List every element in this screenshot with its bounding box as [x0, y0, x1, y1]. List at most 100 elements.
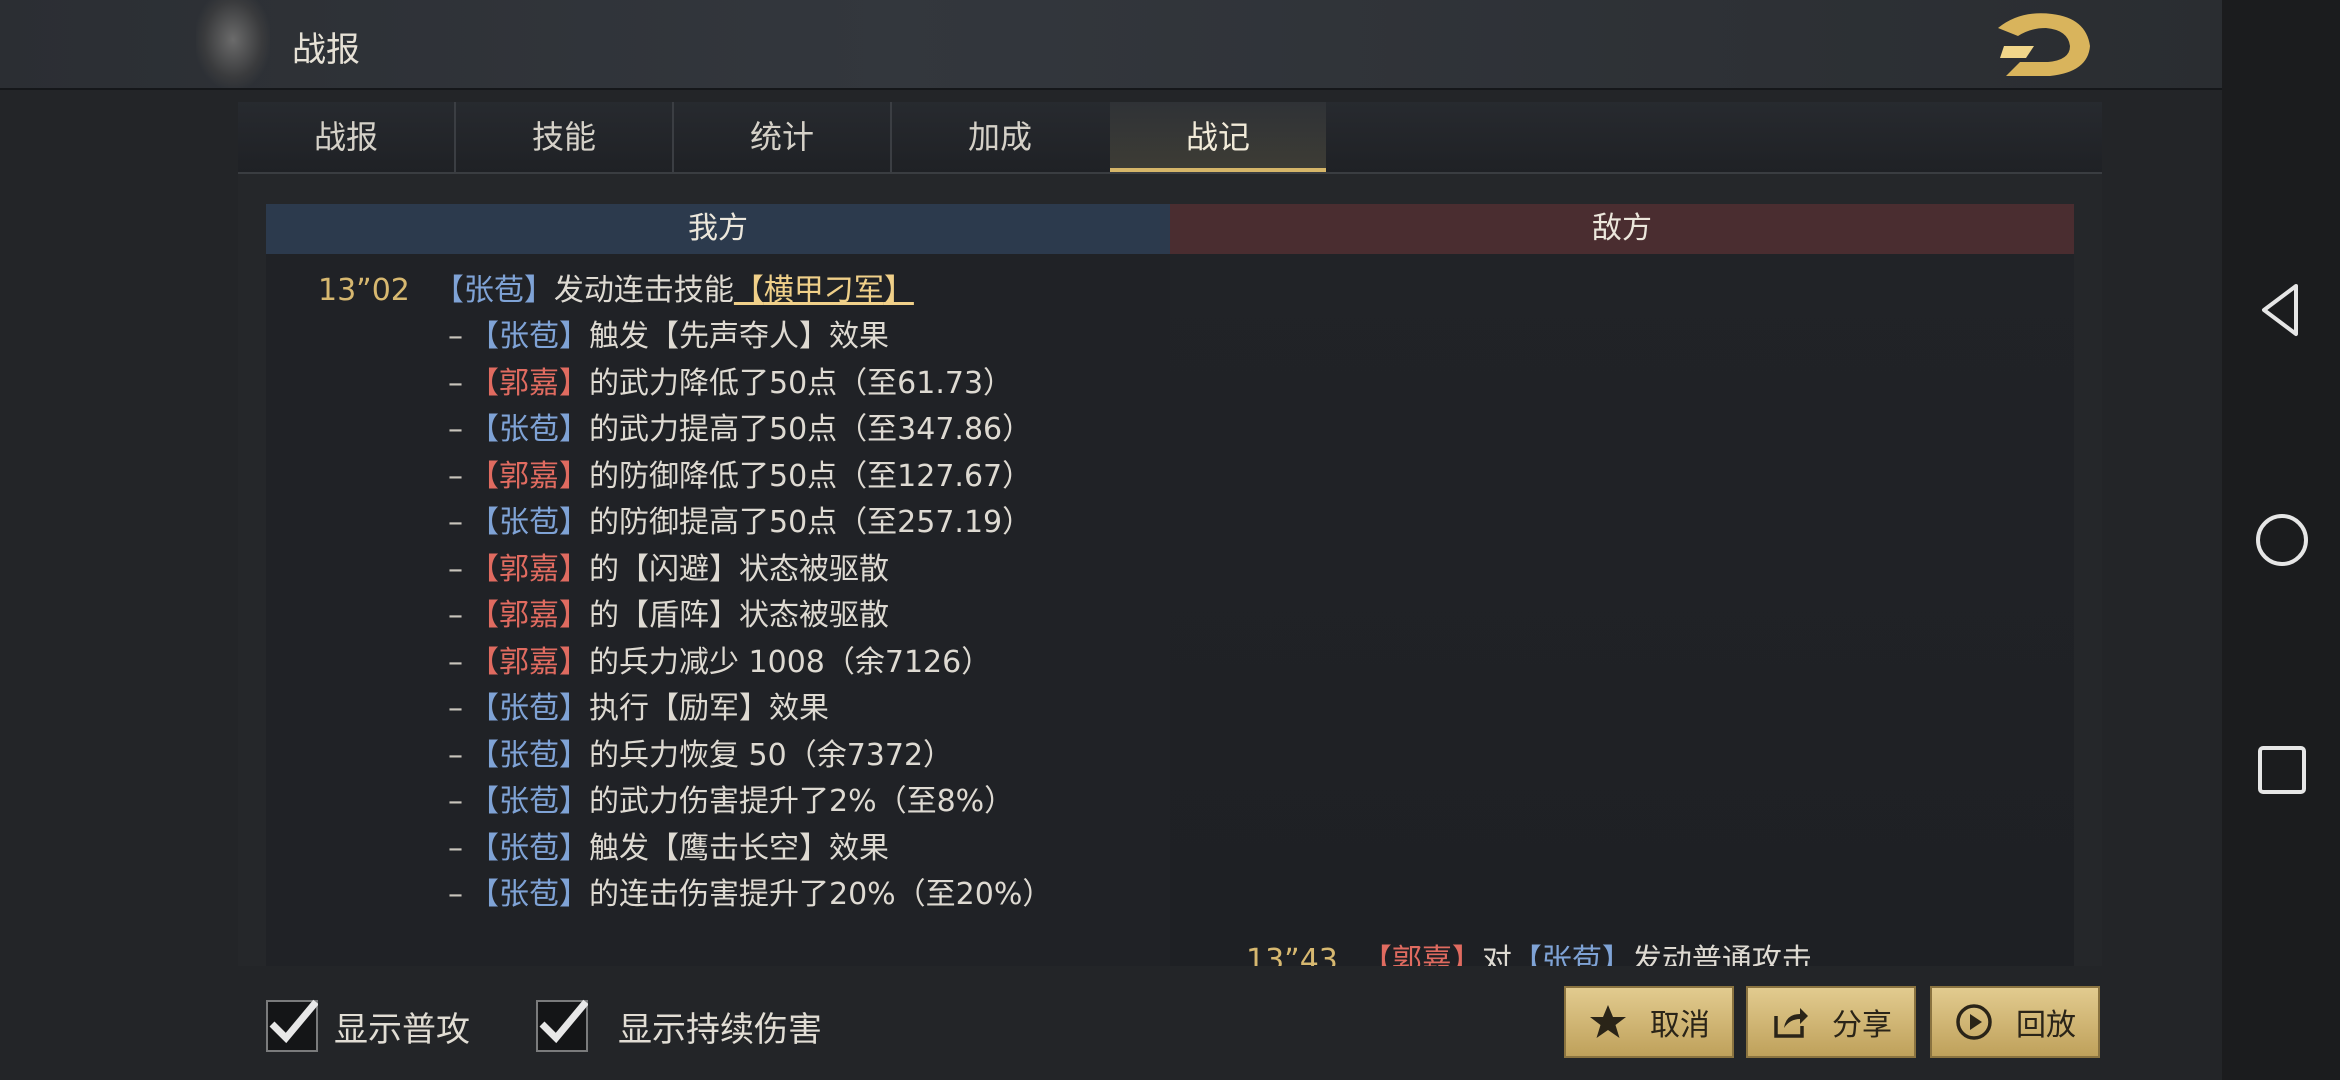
checkmark-icon: [539, 999, 588, 1044]
show-dot-checkbox[interactable]: 显示持续伤害: [536, 998, 822, 1054]
log-text: 】状态被驱散: [709, 598, 889, 633]
log-effect-name: 闪避: [649, 552, 709, 587]
recents-icon[interactable]: [2252, 740, 2312, 800]
tab-skills[interactable]: 技能: [456, 102, 674, 172]
log-actor: 郭嘉: [499, 598, 559, 633]
checkbox-label: 显示持续伤害: [618, 1009, 822, 1050]
log-line: – 【张苞】触发【先声夺人】效果: [448, 319, 889, 354]
log-text: 的防御降低了50点（至127.67）: [589, 459, 1033, 494]
log-line: – 【郭嘉】的【闪避】状态被驱散: [448, 552, 889, 587]
system-nav-bar: [2222, 0, 2340, 1080]
play-circle-icon: [1956, 1004, 1992, 1040]
battle-log-area[interactable]: 我方 敌方 13”02 【张苞】发动连击技能【横甲刁军】 – 【张苞】触发【先声夺人…: [266, 204, 2074, 966]
tab-battle-log[interactable]: 战记: [1110, 102, 1326, 172]
list-dash: –: [448, 598, 463, 633]
list-dash: –: [448, 784, 463, 819]
log-actor: 郭嘉: [1391, 943, 1452, 966]
log-text: 执行【: [589, 691, 679, 726]
checkbox-label: 显示普攻: [334, 1009, 470, 1050]
log-actor: 张苞: [463, 273, 524, 308]
log-text: 触发【: [589, 831, 679, 866]
log-effect-name: 盾阵: [649, 598, 709, 633]
checkbox-box[interactable]: [266, 999, 318, 1052]
list-dash: –: [448, 366, 463, 401]
emblem-icon: [196, 0, 270, 88]
tab-battle-report[interactable]: 战报: [238, 102, 456, 172]
log-text: 的【: [589, 552, 649, 587]
log-line: – 【张苞】执行【励军】效果: [448, 691, 829, 726]
log-text: 的武力降低了50点（至61.73）: [589, 366, 1014, 401]
back-icon[interactable]: [2252, 280, 2312, 340]
tab-bonus[interactable]: 加成: [892, 102, 1108, 172]
log-effect-name: 鹰击长空: [679, 831, 799, 866]
log-line: – 【张苞】触发【鹰击长空】效果: [448, 831, 889, 866]
log-actor: 张苞: [499, 319, 559, 354]
log-actor: 张苞: [499, 784, 559, 819]
log-line: – 【郭嘉】的【盾阵】状态被驱散: [448, 598, 889, 633]
log-action: 发动普通攻击: [1631, 943, 1812, 966]
list-dash: –: [448, 412, 463, 447]
checkbox-box[interactable]: [536, 999, 588, 1052]
top-bar: 战报: [0, 0, 2222, 90]
log-effect-name: 励军: [679, 691, 739, 726]
log-line: – 【张苞】的连击伤害提升了20%（至20%）: [448, 877, 1053, 912]
skill-link[interactable]: 横甲刁军: [764, 273, 884, 308]
cancel-button[interactable]: 取消: [1564, 986, 1734, 1058]
enemy-column: [1170, 254, 2074, 966]
log-actor: 张苞: [499, 831, 559, 866]
list-dash: –: [448, 459, 463, 494]
log-actor: 张苞: [499, 691, 559, 726]
page-title: 战报: [292, 30, 360, 70]
dragon-logo-icon[interactable]: [1990, 6, 2100, 82]
log-text: 的连击伤害提升了20%（至20%）: [589, 877, 1053, 912]
log-line: – 【张苞】的防御提高了50点（至257.19）: [448, 505, 1033, 540]
log-actor: 郭嘉: [499, 552, 559, 587]
enemy-header: 敌方: [1170, 204, 2074, 254]
checkmark-icon: [269, 999, 318, 1044]
log-text: 】效果: [799, 831, 889, 866]
log-text: 】状态被驱散: [709, 552, 889, 587]
star-icon: [1590, 1005, 1626, 1038]
home-icon[interactable]: [2252, 510, 2312, 570]
log-line: – 【张苞】的兵力恢复 50（余7372）: [448, 738, 954, 773]
list-dash: –: [448, 505, 463, 540]
log-text: 】效果: [739, 691, 829, 726]
replay-button[interactable]: 回放: [1930, 986, 2100, 1058]
log-text: 的【: [589, 598, 649, 633]
log-text: 的武力伤害提升了2%（至8%）: [589, 784, 1015, 819]
log-target: 张苞: [1541, 943, 1602, 966]
log-time: 13”43: [1246, 943, 1338, 966]
log-line: – 【郭嘉】的武力降低了50点（至61.73）: [448, 366, 1014, 401]
tab-bar: 战报 技能 统计 加成 战记: [238, 102, 2102, 174]
log-actor: 郭嘉: [499, 366, 559, 401]
log-text: 的兵力恢复 50（余7372）: [589, 738, 954, 773]
log-entry-header: 13”43 【郭嘉】对【张苞】发动普通攻击: [1246, 938, 1812, 966]
log-time: 13”02: [318, 273, 410, 308]
log-actor: 郭嘉: [499, 459, 559, 494]
log-text: 的武力提高了50点（至347.86）: [589, 412, 1033, 447]
log-actor: 郭嘉: [499, 645, 559, 680]
list-dash: –: [448, 319, 463, 354]
log-actor: 张苞: [499, 877, 559, 912]
share-button[interactable]: 分享: [1746, 986, 1916, 1058]
show-normal-attack-checkbox[interactable]: 显示普攻: [266, 998, 470, 1054]
list-dash: –: [448, 831, 463, 866]
list-dash: –: [448, 552, 463, 587]
log-actor: 张苞: [499, 412, 559, 447]
log-text: 】效果: [799, 319, 889, 354]
log-effect-name: 先声夺人: [679, 319, 799, 354]
log-text: 触发【: [589, 319, 679, 354]
tab-statistics[interactable]: 统计: [674, 102, 892, 172]
ally-header: 我方: [266, 204, 1170, 254]
list-dash: –: [448, 877, 463, 912]
log-text: 的兵力减少 1008（余7126）: [589, 645, 992, 680]
log-line: – 【郭嘉】的兵力减少 1008（余7126）: [448, 645, 992, 680]
log-line: – 【郭嘉】的防御降低了50点（至127.67）: [448, 459, 1033, 494]
log-line: – 【张苞】的武力提高了50点（至347.86）: [448, 412, 1033, 447]
log-action: 发动连击技能: [553, 273, 734, 308]
log-entry-header: 13”02 【张苞】发动连击技能【横甲刁军】: [318, 273, 914, 308]
log-actor: 张苞: [499, 505, 559, 540]
log-line: – 【张苞】的武力伤害提升了2%（至8%）: [448, 784, 1015, 819]
list-dash: –: [448, 738, 463, 773]
list-dash: –: [448, 645, 463, 680]
